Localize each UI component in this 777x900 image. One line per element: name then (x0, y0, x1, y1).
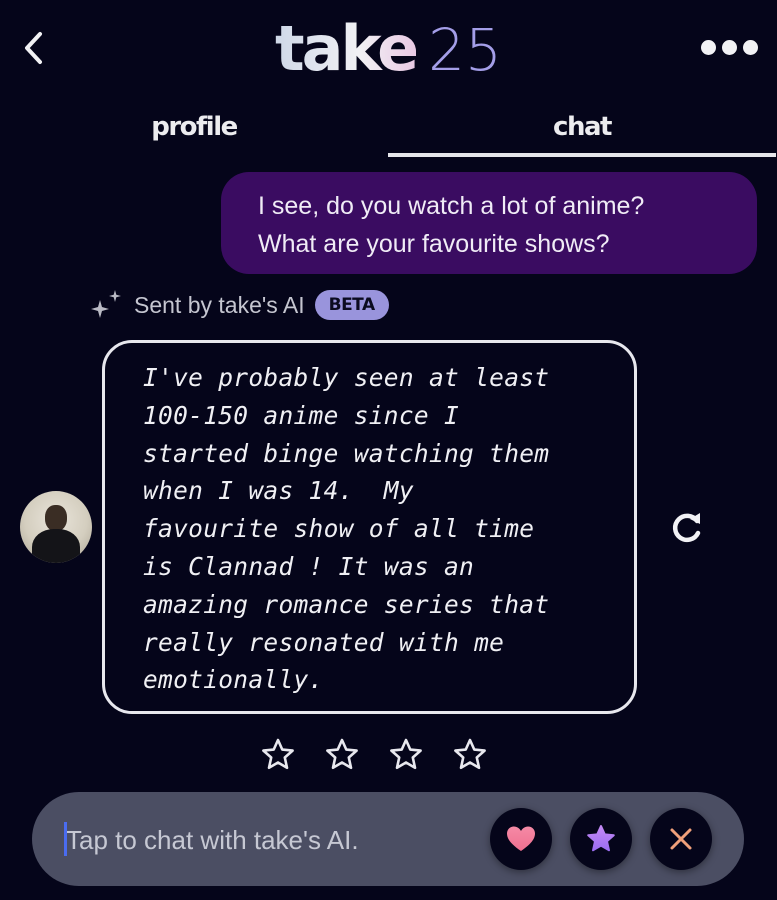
ai-message-bubble: I've probably seen at least 100-150 anim… (102, 340, 637, 714)
star-icon (587, 825, 615, 852)
ai-sender-label: Sent by take's AI BETA (90, 288, 389, 322)
more-dot-icon (743, 40, 758, 55)
more-options-button[interactable] (701, 40, 761, 58)
header: take 25 (0, 0, 777, 100)
sparkle-icon (91, 290, 121, 318)
tab-chat[interactable]: chat (388, 105, 776, 157)
like-button[interactable] (490, 808, 552, 870)
chat-composer (32, 792, 744, 886)
chat-input[interactable] (64, 818, 488, 862)
brand-logo: take (275, 12, 419, 85)
rating-star-2[interactable] (324, 737, 360, 773)
beta-badge: BETA (314, 290, 389, 320)
ai-message-text: I've probably seen at least 100-150 anim… (143, 363, 550, 695)
ai-sent-by-text: Sent by take's AI (134, 291, 305, 318)
tab-bar: profile chat (0, 105, 777, 160)
rating-star-3[interactable] (388, 737, 424, 773)
super-like-button[interactable] (570, 808, 632, 870)
more-dot-icon (722, 40, 737, 55)
close-icon (670, 828, 692, 850)
app-title: take 25 (0, 14, 777, 85)
take-count: 25 (428, 16, 502, 84)
avatar[interactable] (20, 491, 92, 563)
rating-star-4[interactable] (452, 737, 488, 773)
refresh-icon (672, 513, 701, 543)
text-caret (64, 822, 67, 856)
user-message-bubble: I see, do you watch a lot of anime? What… (221, 172, 757, 274)
more-dot-icon (701, 40, 716, 55)
regenerate-button[interactable] (668, 509, 706, 547)
user-message-text: I see, do you watch a lot of anime? What… (258, 192, 645, 258)
rating-star-1[interactable] (260, 737, 296, 773)
avatar-body (32, 529, 80, 563)
tab-profile[interactable]: profile (0, 105, 388, 157)
star-rating (260, 737, 488, 773)
heart-icon (507, 826, 535, 851)
avatar-head (45, 505, 67, 531)
pass-button[interactable] (650, 808, 712, 870)
